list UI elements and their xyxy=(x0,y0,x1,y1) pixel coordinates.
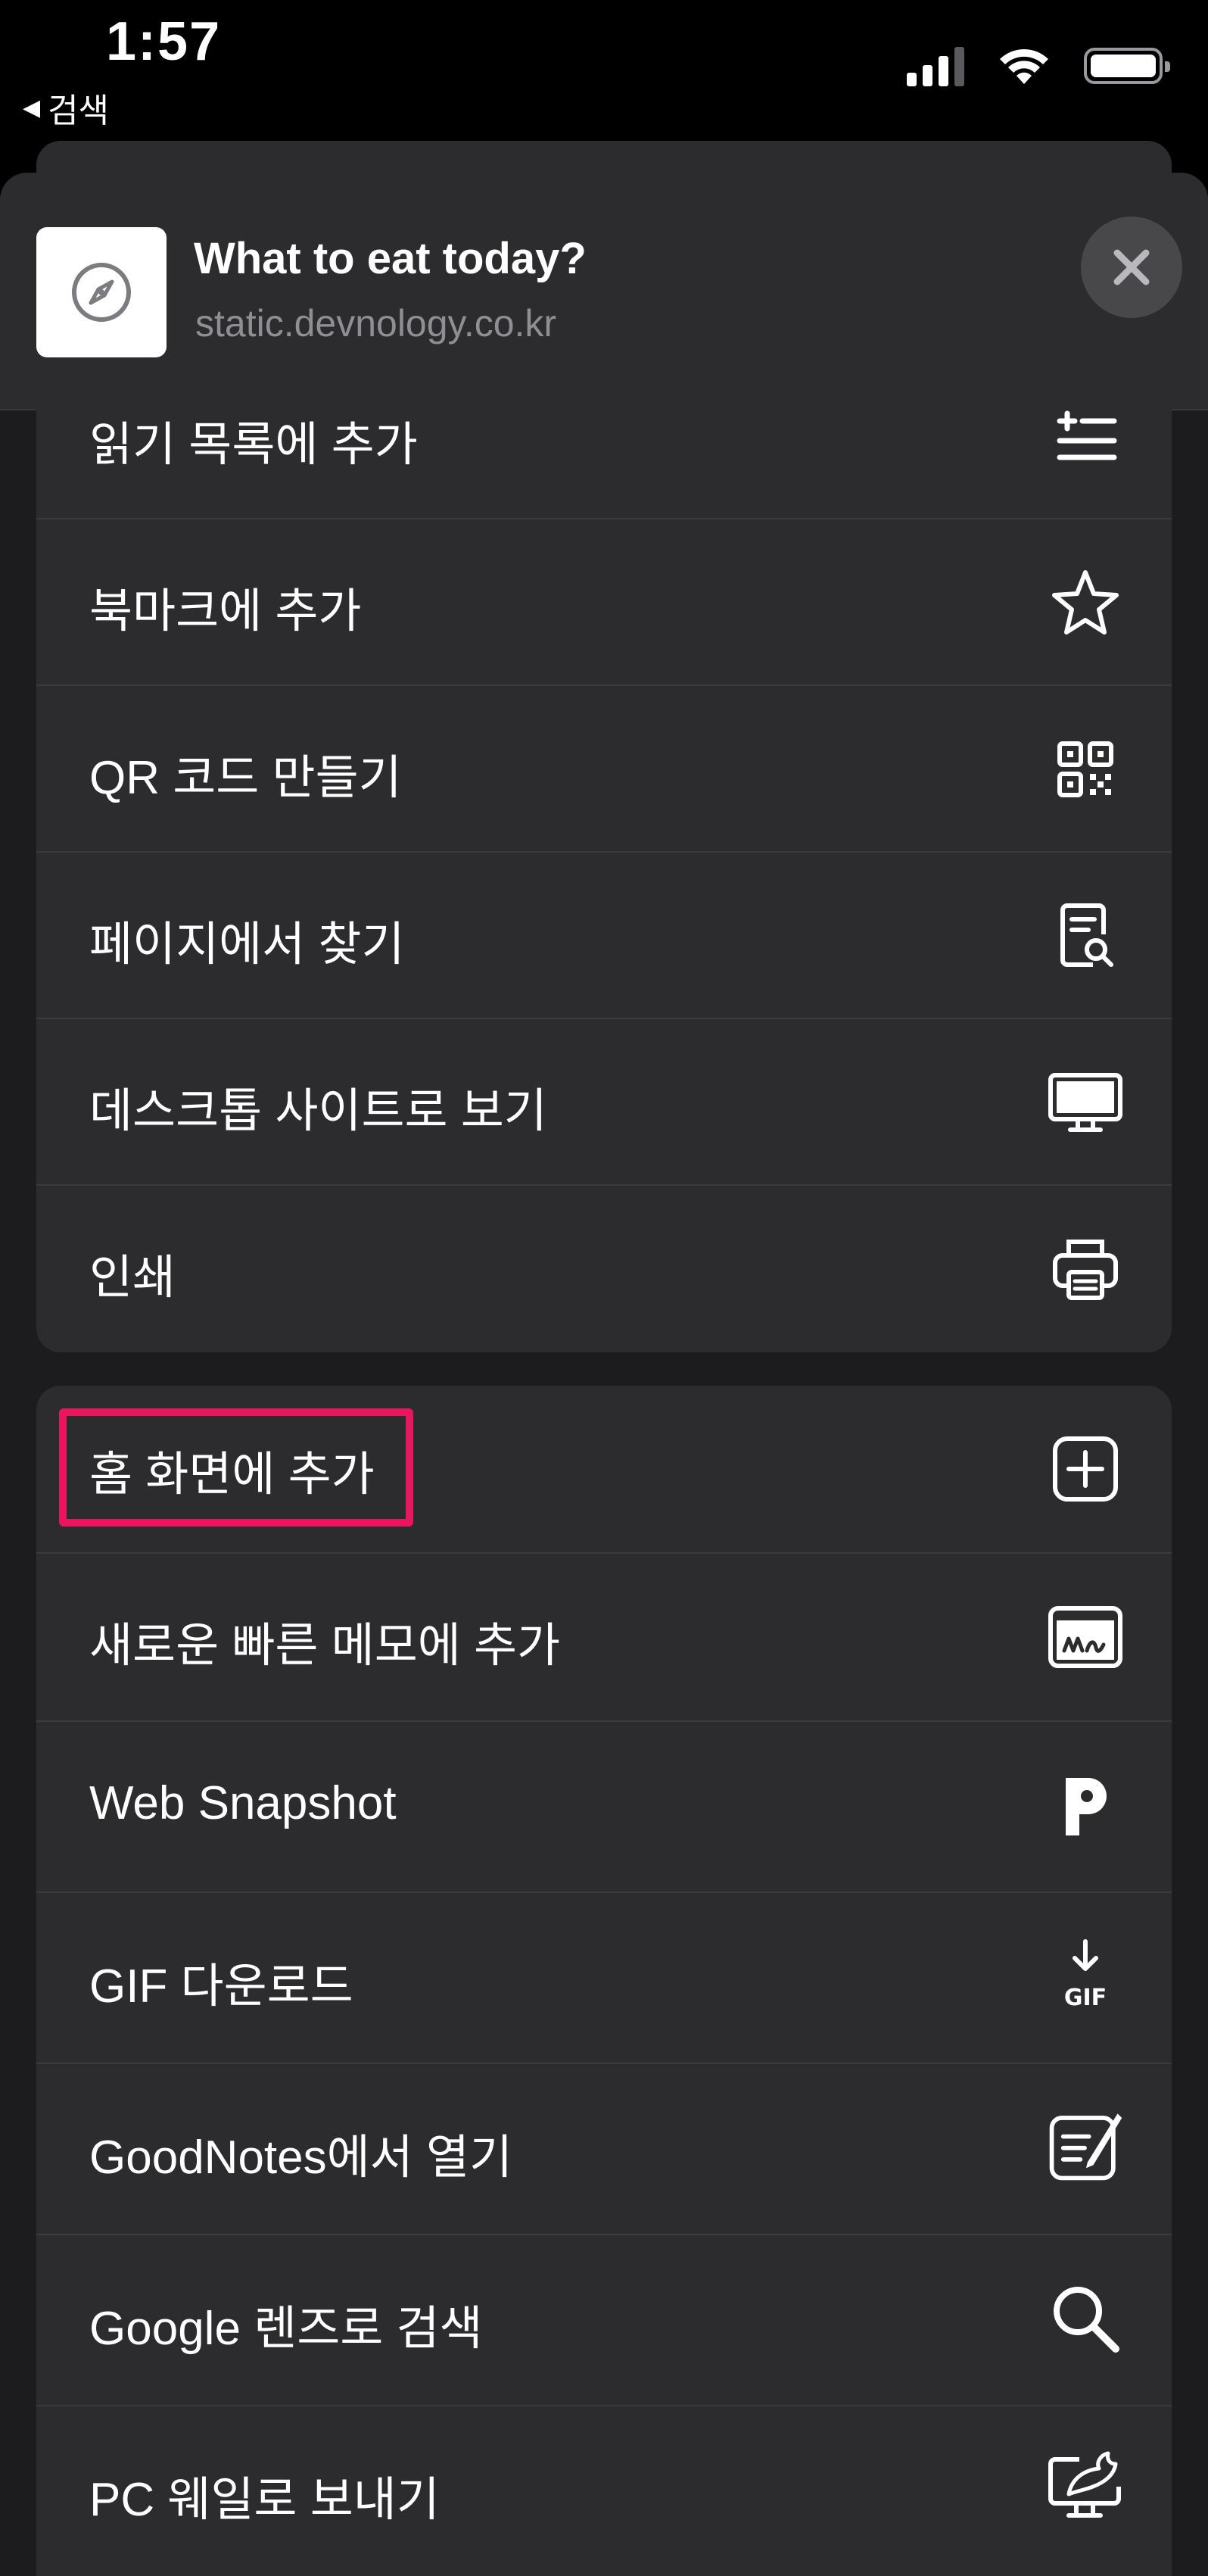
goodnotes-icon xyxy=(1046,2105,1125,2184)
row-add-to-home-screen[interactable]: 홈 화면에 추가 xyxy=(36,1386,1172,1552)
row-label: PC 웨일로 보내기 xyxy=(89,2474,440,2526)
row-desktop-site[interactable]: 데스크톱 사이트로 보기 xyxy=(36,1018,1172,1184)
row-goodnotes[interactable]: GoodNotes에서 열기 xyxy=(36,2063,1172,2234)
gif-icon-text: GIF xyxy=(1064,1985,1107,2011)
qr-code-icon xyxy=(1046,730,1125,809)
close-button[interactable] xyxy=(1081,217,1182,318)
row-find-on-page[interactable]: 페이지에서 찾기 xyxy=(36,851,1172,1018)
web-snapshot-p-icon xyxy=(1046,1767,1125,1846)
page-title: What to eat today? xyxy=(194,234,587,283)
star-icon xyxy=(1046,563,1125,642)
row-label: GoodNotes에서 열기 xyxy=(89,2132,513,2184)
row-label: QR 코드 만들기 xyxy=(89,752,402,804)
cellular-signal-icon xyxy=(907,45,964,86)
row-web-snapshot[interactable]: Web Snapshot xyxy=(36,1720,1172,1891)
row-label: 페이지에서 찾기 xyxy=(89,918,405,971)
search-icon xyxy=(1046,2279,1125,2358)
printer-icon xyxy=(1046,1230,1125,1308)
find-on-page-icon xyxy=(1046,897,1125,975)
row-label: Google 렌즈로 검색 xyxy=(89,2303,483,2355)
row-label: GIF 다운로드 xyxy=(89,1960,353,2013)
page-url: static.devnology.co.kr xyxy=(195,302,557,345)
battery-icon xyxy=(1084,48,1170,84)
whale-send-icon xyxy=(1046,2447,1125,2526)
row-label: 새로운 빠른 메모에 추가 xyxy=(89,1620,561,1672)
row-print[interactable]: 인쇄 xyxy=(36,1184,1172,1352)
wifi-icon xyxy=(1000,49,1048,84)
quick-note-icon xyxy=(1046,1598,1125,1676)
back-arrow-icon: ◀ xyxy=(23,95,41,120)
row-label: 북마크에 추가 xyxy=(89,585,362,638)
row-qr-code[interactable]: QR 코드 만들기 xyxy=(36,685,1172,851)
row-label: 읽기 목록에 추가 xyxy=(89,419,418,471)
desktop-icon xyxy=(1046,1063,1125,1142)
actions-group-2: 홈 화면에 추가 새로운 빠른 메모에 추가 Web Snapshot GIF … xyxy=(36,1386,1172,2576)
site-thumbnail xyxy=(36,227,167,357)
row-label: Web Snapshot xyxy=(89,1777,397,1829)
row-label: 인쇄 xyxy=(89,1252,176,1304)
row-label: 홈 화면에 추가 xyxy=(89,1449,375,1501)
back-to-search-button[interactable]: ◀ 검색 xyxy=(23,83,109,132)
status-time: 1:57 xyxy=(106,11,222,72)
row-bookmark[interactable]: 북마크에 추가 xyxy=(36,518,1172,685)
row-reading-list[interactable]: 읽기 목록에 추가 xyxy=(36,366,1172,518)
actions-group-1-list: 읽기 목록에 추가 북마크에 추가 QR 코드 만들기 페이지에서 찾기 데스크… xyxy=(36,366,1172,1352)
row-google-lens[interactable]: Google 렌즈로 검색 xyxy=(36,2234,1172,2405)
row-quick-note[interactable]: 새로운 빠른 메모에 추가 xyxy=(36,1552,1172,1720)
status-bar: 1:57 ◀ 검색 xyxy=(0,0,1208,144)
add-square-icon xyxy=(1046,1430,1125,1508)
gif-download-icon: GIF xyxy=(1046,1935,1125,2014)
status-indicators xyxy=(907,45,1170,86)
close-icon xyxy=(1113,249,1150,285)
back-label: 검색 xyxy=(48,92,110,129)
row-gif-download[interactable]: GIF 다운로드 GIF xyxy=(36,1891,1172,2063)
row-send-to-whale[interactable]: PC 웨일로 보내기 xyxy=(36,2405,1172,2576)
row-label: 데스크톱 사이트로 보기 xyxy=(89,1085,547,1137)
compass-icon xyxy=(72,263,131,322)
reading-list-add-icon xyxy=(1046,403,1125,482)
